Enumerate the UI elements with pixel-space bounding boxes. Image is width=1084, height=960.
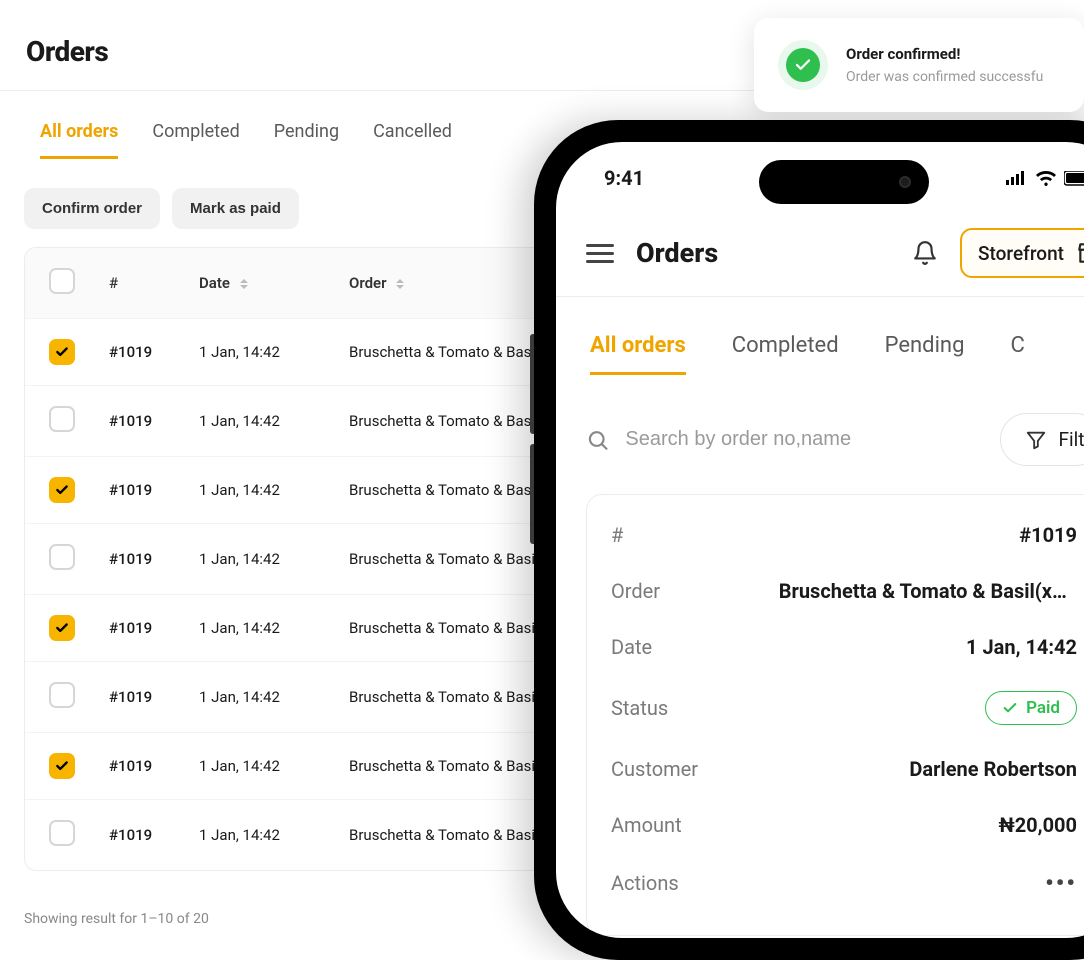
phone-header: Orders Storefront — [556, 198, 1084, 296]
check-icon — [55, 759, 69, 773]
row-date: 1 Jan, 14:42 — [199, 826, 349, 844]
row-date: 1 Jan, 14:42 — [199, 619, 349, 637]
row-id: #1019 — [109, 688, 199, 706]
card-amount-value: ₦20,000 — [998, 813, 1077, 837]
card-customer-value: Darlene Robertson — [909, 757, 1077, 781]
status-badge-paid: Paid — [985, 691, 1077, 725]
tab-pending[interactable]: Pending — [274, 121, 339, 159]
phone-search-row: Filter — [556, 389, 1084, 494]
row-date: 1 Jan, 14:42 — [199, 412, 349, 430]
row-date: 1 Jan, 14:42 — [199, 757, 349, 775]
storefront-label: Storefront — [978, 242, 1064, 265]
bell-icon[interactable] — [912, 240, 938, 266]
check-icon — [55, 345, 69, 359]
row-id: #1019 — [109, 481, 199, 499]
row-checkbox[interactable] — [49, 544, 75, 570]
row-id: #1019 — [109, 343, 199, 361]
row-id: #1019 — [109, 412, 199, 430]
select-all-checkbox[interactable] — [49, 268, 75, 294]
phone-tabs: All orders Completed Pending C — [556, 297, 1084, 389]
actions-more-button[interactable]: ••• — [1045, 869, 1077, 897]
sort-icon — [396, 279, 404, 289]
toast-title: Order confirmed! — [846, 45, 1043, 63]
phone-tab-pending[interactable]: Pending — [885, 333, 965, 375]
row-checkbox[interactable] — [49, 820, 75, 846]
tab-all-orders[interactable]: All orders — [40, 121, 118, 159]
row-id: #1019 — [109, 619, 199, 637]
phone-side-button — [530, 334, 534, 434]
card-date-value: 1 Jan, 14:42 — [966, 635, 1077, 659]
row-id: #1019 — [109, 550, 199, 568]
row-checkbox[interactable] — [49, 406, 75, 432]
toast-order-confirmed: Order confirmed! Order was confirmed suc… — [754, 18, 1084, 112]
hamburger-icon[interactable] — [586, 239, 614, 268]
wifi-icon — [1036, 171, 1056, 186]
col-header-date-label: Date — [199, 274, 230, 292]
toast-message: Order was confirmed successfu — [846, 69, 1043, 85]
row-id: #1019 — [109, 826, 199, 844]
tab-cancelled[interactable]: Cancelled — [373, 121, 452, 159]
row-date: 1 Jan, 14:42 — [199, 481, 349, 499]
phone-page-title: Orders — [636, 237, 718, 269]
row-checkbox[interactable] — [49, 682, 75, 708]
card-num-label: # — [611, 523, 623, 547]
row-checkbox[interactable] — [49, 339, 75, 365]
col-header-date[interactable]: Date — [199, 274, 349, 292]
check-icon — [55, 483, 69, 497]
mark-as-paid-button[interactable]: Mark as paid — [172, 188, 299, 229]
phone-camera — [899, 176, 911, 188]
card-order-label: Order — [611, 579, 660, 603]
check-icon — [794, 56, 812, 74]
card-order-value: Bruschetta & Tomato & Basil(x2) +... — [779, 579, 1077, 603]
row-date: 1 Jan, 14:42 — [199, 688, 349, 706]
storefront-icon — [1076, 240, 1084, 266]
row-date: 1 Jan, 14:42 — [199, 550, 349, 568]
card-actions-label: Actions — [611, 871, 679, 895]
check-icon — [55, 621, 69, 635]
card-customer-label: Customer — [611, 757, 698, 781]
cellular-icon — [1006, 171, 1028, 185]
filter-icon — [1025, 429, 1047, 451]
card-date-label: Date — [611, 635, 652, 659]
row-checkbox[interactable] — [49, 753, 75, 779]
row-checkbox[interactable] — [49, 477, 75, 503]
search-icon — [586, 427, 609, 453]
col-header-num[interactable]: # — [109, 274, 199, 292]
status-badge-label: Paid — [1026, 698, 1060, 718]
phone-mockup: 9:41 Orders Storefront All orders — [534, 120, 1084, 960]
row-checkbox[interactable] — [49, 615, 75, 641]
card-status-label: Status — [611, 696, 668, 720]
card-num-value: #1019 — [1019, 523, 1077, 547]
row-id: #1019 — [109, 757, 199, 775]
confirm-order-button[interactable]: Confirm order — [24, 188, 160, 229]
phone-side-button — [530, 444, 534, 544]
search-input[interactable] — [625, 428, 981, 451]
phone-notch — [759, 160, 929, 204]
sort-icon — [240, 279, 248, 289]
phone-tab-completed[interactable]: Completed — [732, 333, 839, 375]
phone-tab-cancelled[interactable]: C — [1010, 333, 1024, 375]
status-time: 9:41 — [604, 166, 644, 190]
phone-tab-all-orders[interactable]: All orders — [590, 333, 686, 375]
col-header-order-label: Order — [349, 274, 387, 292]
toast-success-icon — [778, 40, 828, 90]
order-card[interactable]: # #1019 Order Bruschetta & Tomato & Basi… — [586, 494, 1084, 936]
check-icon — [1002, 700, 1018, 716]
phone-search[interactable] — [586, 427, 982, 453]
card-amount-label: Amount — [611, 813, 682, 837]
filter-label: Filter — [1059, 428, 1084, 451]
storefront-button[interactable]: Storefront — [960, 228, 1084, 278]
tab-completed[interactable]: Completed — [152, 121, 239, 159]
row-date: 1 Jan, 14:42 — [199, 343, 349, 361]
filter-button[interactable]: Filter — [1000, 413, 1084, 466]
battery-icon — [1064, 171, 1084, 186]
